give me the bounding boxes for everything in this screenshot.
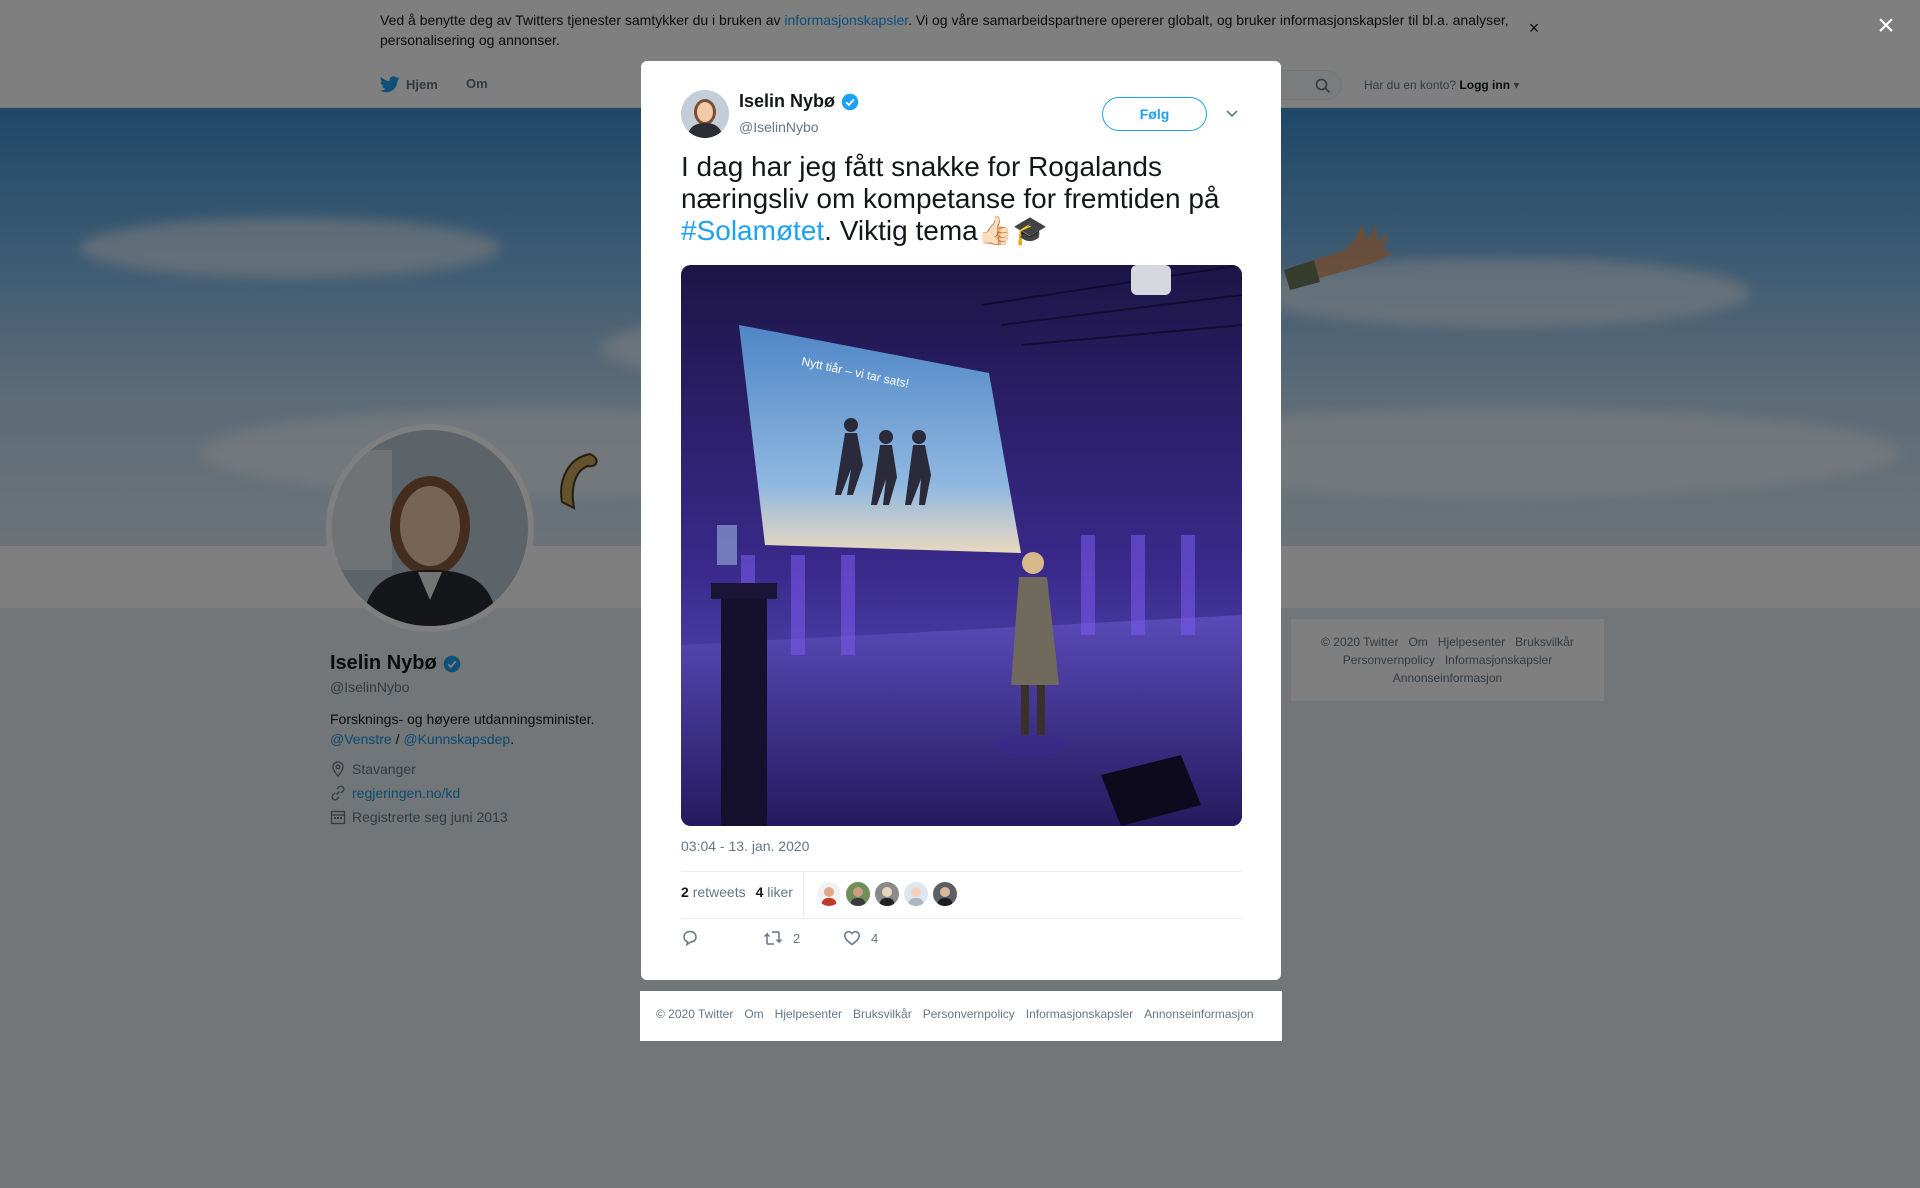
liker-avatar[interactable] (904, 882, 928, 906)
stage-photo: Nytt tiår – vi tar sats! (681, 265, 1242, 826)
tweet-author-avatar[interactable] (681, 90, 729, 138)
retweets-stat[interactable]: 2 retweets (681, 884, 746, 900)
liker-avatar[interactable] (875, 882, 899, 906)
retweets-count: 2 (681, 884, 689, 900)
footer-help-link[interactable]: Hjelpesenter (775, 1007, 842, 1021)
tweet-modal: Iselin Nybø @IselinNybo Følg I dag har j… (641, 61, 1281, 980)
likes-label: liker (767, 884, 793, 900)
tweet-text-part2: . Viktig tema (824, 215, 978, 246)
tweet-photo[interactable]: Nytt tiår – vi tar sats! (681, 265, 1242, 826)
tweet-text: I dag har jeg fått snakke for Rogalands … (681, 151, 1251, 247)
stats-separator (803, 872, 804, 917)
hashtag-link[interactable]: #Solamøtet (681, 215, 824, 246)
tweet-text-part1: I dag har jeg fått snakke for Rogalands … (681, 151, 1220, 214)
author-photo (681, 90, 729, 138)
liker-avatar[interactable] (817, 882, 841, 906)
footer-ads-link[interactable]: Annonseinformasjon (1144, 1007, 1253, 1021)
footer-privacy-link[interactable]: Personvernpolicy (923, 1007, 1015, 1021)
liker-avatar[interactable] (846, 882, 870, 906)
tweet-emoji: 👍🏻🎓 (977, 215, 1048, 246)
like-button[interactable]: 4 (843, 929, 878, 947)
tweet-actions: 2 4 (681, 929, 878, 947)
chevron-down-icon[interactable] (1224, 105, 1240, 121)
tweet-author-name-text: Iselin Nybø (739, 91, 836, 111)
reply-icon (683, 930, 697, 947)
tweet-author-name[interactable]: Iselin Nybø (739, 91, 859, 112)
retweets-label: retweets (692, 884, 746, 900)
footer-about-link[interactable]: Om (744, 1007, 763, 1021)
retweet-icon (763, 931, 783, 945)
tweet-author-handle[interactable]: @IselinNybo (739, 119, 819, 135)
like-count: 4 (871, 930, 879, 946)
liker-avatars (817, 882, 957, 906)
footer-terms-link[interactable]: Bruksvilkår (853, 1007, 912, 1021)
reply-button[interactable] (681, 929, 763, 947)
likes-count: 4 (755, 884, 764, 900)
divider (681, 918, 1242, 919)
close-modal-button[interactable]: × (1870, 10, 1902, 42)
heart-icon (844, 930, 860, 946)
footer-copyright: © 2020 Twitter (656, 1007, 734, 1021)
likes-stat[interactable]: 4 liker (756, 884, 793, 900)
tweet-stats: 2 retweets 4 liker (681, 884, 793, 900)
retweet-button[interactable]: 2 (763, 929, 843, 947)
retweet-count: 2 (793, 930, 801, 946)
tweet-timestamp[interactable]: 03:04 - 13. jan. 2020 (681, 838, 809, 854)
divider (681, 871, 1242, 872)
liker-avatar[interactable] (933, 882, 957, 906)
modal-footer: © 2020 Twitter Om Hjelpesenter Bruksvilkår P… (640, 991, 1282, 1041)
footer-cookies-link[interactable]: Informasjonskapsler (1026, 1007, 1133, 1021)
follow-button[interactable]: Følg (1102, 97, 1207, 131)
verified-badge-icon (841, 93, 859, 110)
